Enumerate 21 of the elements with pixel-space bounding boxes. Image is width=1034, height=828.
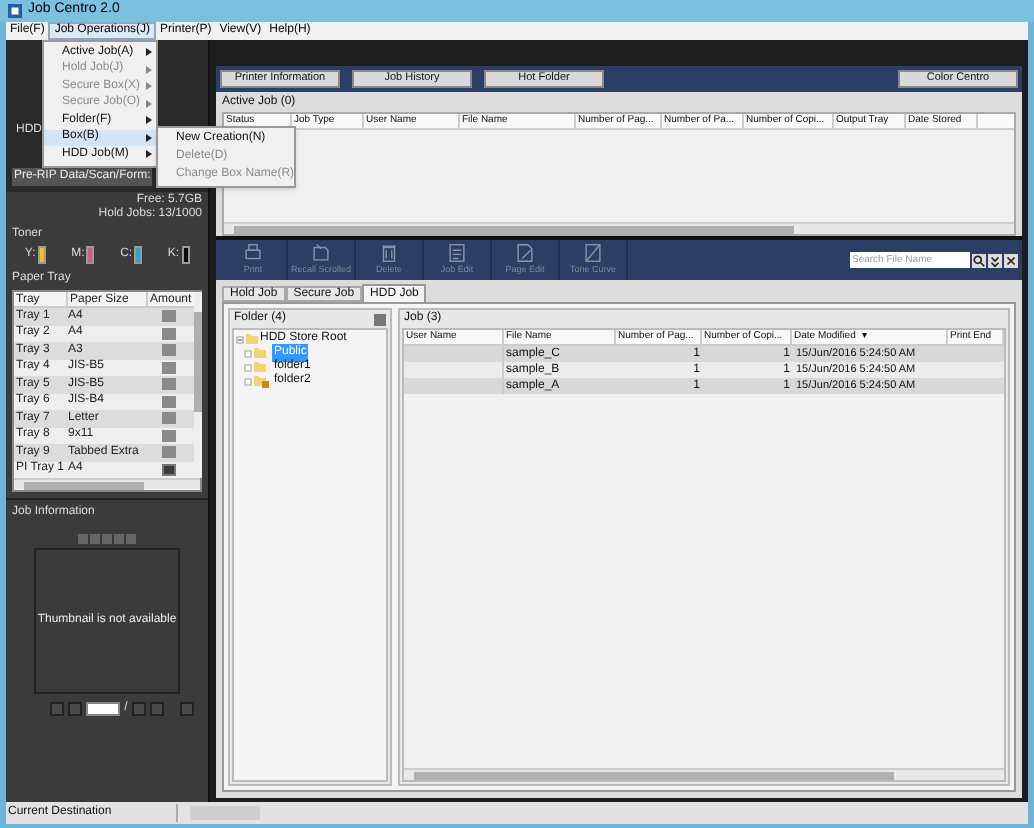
first-page-button[interactable] <box>50 702 65 716</box>
close-icon[interactable] <box>1004 253 1018 267</box>
expand-icon[interactable] <box>988 253 1002 267</box>
next-page-button[interactable] <box>131 702 146 716</box>
search-icon[interactable] <box>972 253 986 267</box>
horizontal-scrollbar[interactable] <box>224 222 1014 234</box>
folder-icon <box>246 334 258 344</box>
page-number-field[interactable] <box>86 702 121 716</box>
app-icon <box>8 4 22 18</box>
previous-page-button[interactable] <box>68 702 83 716</box>
printer-icon <box>242 242 264 265</box>
collapse-toggle-icon[interactable] <box>236 335 244 343</box>
document-list-icon <box>446 242 468 265</box>
last-page-button[interactable] <box>149 702 164 716</box>
horizontal-scrollbar[interactable] <box>404 768 1004 780</box>
curve-box-icon <box>582 242 604 265</box>
document-arrow-icon <box>310 242 332 265</box>
horizontal-scrollbar[interactable] <box>14 478 200 490</box>
vertical-scrollbar[interactable] <box>193 292 202 478</box>
trash-icon <box>378 242 400 265</box>
document-pencil-icon <box>514 242 536 265</box>
